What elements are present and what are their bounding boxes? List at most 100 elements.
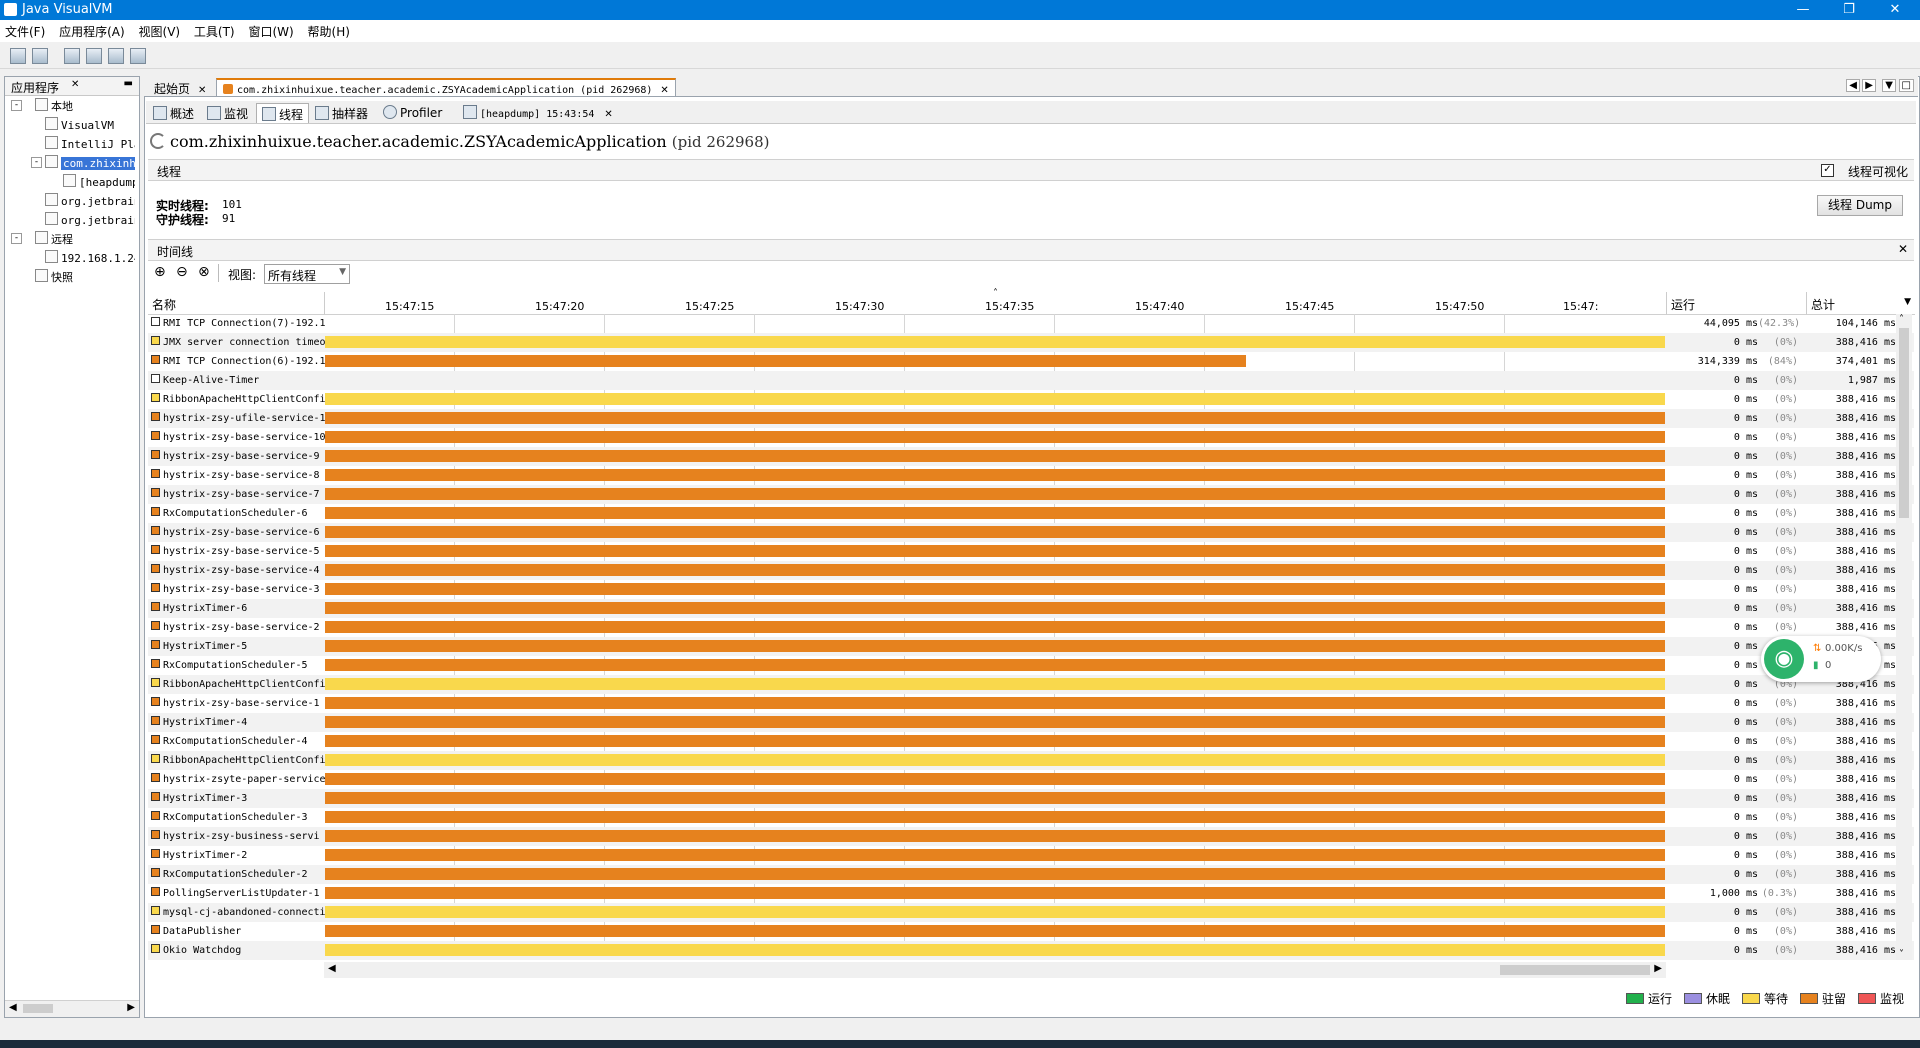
column-menu-icon[interactable]: ▼	[1904, 297, 1911, 307]
timeline-horizontal-scrollbar[interactable]: ◀ ▶	[324, 962, 1666, 978]
thread-row[interactable]: JMX server connection timeo 0 ms (0%) 388,4…	[148, 333, 1914, 352]
tree-item[interactable]: [heapdump]	[63, 174, 135, 189]
thread-row[interactable]: Keep-Alive-Timer 0 ms (0%) 1,987 ms	[148, 371, 1914, 390]
tree-item[interactable]: 远程	[35, 231, 135, 247]
thread-row[interactable]: RxComputationScheduler-3 0 ms (0%) 388,416 …	[148, 808, 1914, 827]
minimize-panel-icon[interactable]: ▬	[124, 78, 133, 89]
restore-button[interactable]: ❐	[1826, 0, 1872, 20]
thread-row[interactable]: PollingServerListUpdater-1 1,000 ms (0.3%)…	[148, 884, 1914, 903]
scroll-left-icon[interactable]: ◀	[328, 963, 336, 974]
thread-row[interactable]: HystrixTimer-50 ms(0%)388,416 ms	[148, 637, 1914, 656]
thread-row[interactable]: RibbonApacheHttpClientConfi 0 ms (0%) 388,4…	[148, 675, 1914, 694]
minimize-button[interactable]: —	[1780, 0, 1826, 20]
thread-row[interactable]: RibbonApacheHttpClientConfi 0 ms (0%) 388,4…	[148, 751, 1914, 770]
tab-threads[interactable]: 线程	[256, 103, 310, 123]
thread-row[interactable]: hystrix-zsy-base-service-3 0 ms (0%) 388,41…	[148, 580, 1914, 599]
close-icon[interactable]: ✕	[71, 79, 79, 90]
column-header-name[interactable]: 名称	[148, 292, 324, 315]
thread-row[interactable]: hystrix-zsy-base-service-10 0 ms (0%) 388,4…	[148, 428, 1914, 447]
tab-heapdump[interactable]: [heapdump] 15:43:54 ✕	[458, 103, 618, 123]
thread-row[interactable]: hystrix-zsy-business-servi 0 ms (0%) 388,41…	[148, 827, 1914, 846]
thread-row[interactable]: RxComputationScheduler-4 0 ms (0%) 388,416 …	[148, 732, 1914, 751]
tree-item[interactable]: 192.168.1.245	[45, 250, 135, 265]
thread-row[interactable]: hystrix-zsy-base-service-7 0 ms (0%) 388,41…	[148, 485, 1914, 504]
tree-expander[interactable]: -	[11, 100, 22, 111]
menu-file[interactable]: 文件(F)	[0, 20, 50, 40]
vertical-scrollbar[interactable]: ˄ ˅	[1896, 314, 1912, 960]
add-remote-host-icon[interactable]	[86, 48, 102, 64]
thread-row[interactable]: HystrixTimer-6 0 ms (0%) 388,416 ms	[148, 599, 1914, 618]
close-tab-icon[interactable]: ✕	[198, 85, 206, 96]
thread-row[interactable]: hystrix-zsy-base-service-8 0 ms (0%) 388,41…	[148, 466, 1914, 485]
thread-dump-button[interactable]: 线程 Dump	[1817, 195, 1903, 216]
view-select[interactable]: 所有线程 ▼	[264, 264, 350, 284]
thread-row[interactable]: HystrixTimer-3 0 ms (0%) 388,416 ms	[148, 789, 1914, 808]
menu-tools[interactable]: 工具(T)	[189, 20, 240, 40]
scrollbar-thumb[interactable]	[1500, 965, 1650, 975]
tab-list-icon[interactable]: ▼	[1882, 79, 1896, 92]
close-button[interactable]: ✕	[1872, 0, 1918, 20]
close-tab-icon[interactable]: ✕	[604, 109, 612, 120]
menu-help[interactable]: 帮助(H)	[303, 20, 355, 40]
zoom-in-icon[interactable]: ⊕	[154, 264, 166, 280]
scroll-right-icon[interactable]: ▶	[127, 1002, 135, 1013]
thread-row[interactable]: Okio Watchdog 0 ms (0%) 388,416 ms	[148, 941, 1914, 960]
column-header-running[interactable]: 运行	[1666, 292, 1807, 315]
column-header-total[interactable]: 总计 ▼	[1806, 292, 1915, 315]
tree-item[interactable]: IntelliJ Plat	[45, 136, 135, 151]
tab-overview[interactable]: 概述	[148, 103, 199, 123]
zoom-fit-icon[interactable]: ⊗	[198, 264, 210, 280]
maximize-window-icon[interactable]: □	[1898, 79, 1914, 92]
tree-item[interactable]: org.jetbrains	[45, 212, 135, 227]
tree-expander[interactable]: -	[31, 157, 42, 168]
tree-item[interactable]: com.zhixinhui	[45, 155, 135, 170]
tree-item[interactable]: org.jetbrains	[45, 193, 135, 208]
scrollbar-thumb[interactable]	[23, 1004, 53, 1013]
save-icon[interactable]	[32, 48, 48, 64]
scroll-tabs-right-icon[interactable]: ▶	[1862, 79, 1876, 92]
thread-row[interactable]: hystrix-zsy-base-service-1 0 ms (0%) 388,41…	[148, 694, 1914, 713]
thread-row[interactable]: hystrix-zsy-base-service-4 0 ms (0%) 388,41…	[148, 561, 1914, 580]
thread-row[interactable]: hystrix-zsy-base-service-2 0 ms (0%) 388,41…	[148, 618, 1914, 637]
thread-row[interactable]: HystrixTimer-2 0 ms (0%) 388,416 ms	[148, 846, 1914, 865]
scrollbar-thumb[interactable]	[1899, 328, 1909, 518]
horizontal-scrollbar[interactable]: ◀ ▶	[5, 1000, 139, 1017]
add-core-dump-icon[interactable]	[108, 48, 124, 64]
chevron-up-icon[interactable]: ˄	[993, 288, 998, 299]
scroll-left-icon[interactable]: ◀	[9, 1002, 17, 1013]
tree-item[interactable]: VisualVM	[45, 117, 135, 132]
thread-row[interactable]: RMI TCP Connection(7)-192.1 44,095 ms(42.…	[148, 314, 1914, 333]
tab-application[interactable]: com.zhixinhuixue.teacher.academic.ZSYAca…	[216, 78, 676, 96]
visualize-threads-checkbox[interactable]: ✓	[1821, 164, 1834, 177]
tab-sampler[interactable]: 抽样器	[310, 103, 373, 123]
add-snapshot-icon[interactable]	[130, 48, 146, 64]
scroll-tabs-left-icon[interactable]: ◀	[1846, 79, 1860, 92]
scroll-right-icon[interactable]: ▶	[1654, 963, 1662, 974]
thread-row[interactable]: RxComputationScheduler-2 0 ms (0%) 388,416 …	[148, 865, 1914, 884]
thread-row[interactable]: RxComputationScheduler-6 0 ms (0%) 388,416 …	[148, 504, 1914, 523]
thread-row[interactable]: RMI TCP Connection(6)-192.1 314,339 ms (84…	[148, 352, 1914, 371]
tree-item[interactable]: 快照	[35, 269, 135, 285]
thread-row[interactable]: hystrix-zsy-base-service-5 0 ms (0%) 388,41…	[148, 542, 1914, 561]
menu-view[interactable]: 视图(V)	[134, 20, 186, 40]
thread-row[interactable]: mysql-cj-abandoned-connecti 0 ms (0%) 388,4…	[148, 903, 1914, 922]
tree-item[interactable]: 本地	[35, 98, 135, 114]
thread-row[interactable]: hystrix-zsyte-paper-service 0 ms (0%) 388,4…	[148, 770, 1914, 789]
thread-row[interactable]: RibbonApacheHttpClientConfi 0 ms (0%) 388,4…	[148, 390, 1914, 409]
thread-row[interactable]: hystrix-zsy-ufile-service-1 0 ms (0%) 388,4…	[148, 409, 1914, 428]
add-jmx-icon[interactable]	[64, 48, 80, 64]
thread-row[interactable]: hystrix-zsy-base-service-9 0 ms (0%) 388,41…	[148, 447, 1914, 466]
tab-monitor[interactable]: 监视	[202, 103, 253, 123]
menu-application[interactable]: 应用程序(A)	[54, 20, 130, 40]
thread-row[interactable]: RxComputationScheduler-50 ms(0%)388,416 …	[148, 656, 1914, 675]
tree-expander[interactable]: -	[11, 233, 22, 244]
network-speed-widget[interactable]: ◉ ⇅ 0.00K/s ▮ 0	[1761, 636, 1881, 682]
thread-row[interactable]: HystrixTimer-4 0 ms (0%) 388,416 ms	[148, 713, 1914, 732]
close-icon[interactable]: ✕	[1898, 242, 1908, 256]
scroll-down-icon[interactable]: ˅	[1899, 949, 1904, 960]
tab-start-page[interactable]: 起始页 ✕	[148, 78, 212, 96]
thread-row[interactable]: hystrix-zsy-base-service-6 0 ms (0%) 388,41…	[148, 523, 1914, 542]
open-icon[interactable]	[10, 48, 26, 64]
scroll-up-icon[interactable]: ˄	[1899, 314, 1904, 325]
zoom-out-icon[interactable]: ⊖	[176, 264, 188, 280]
